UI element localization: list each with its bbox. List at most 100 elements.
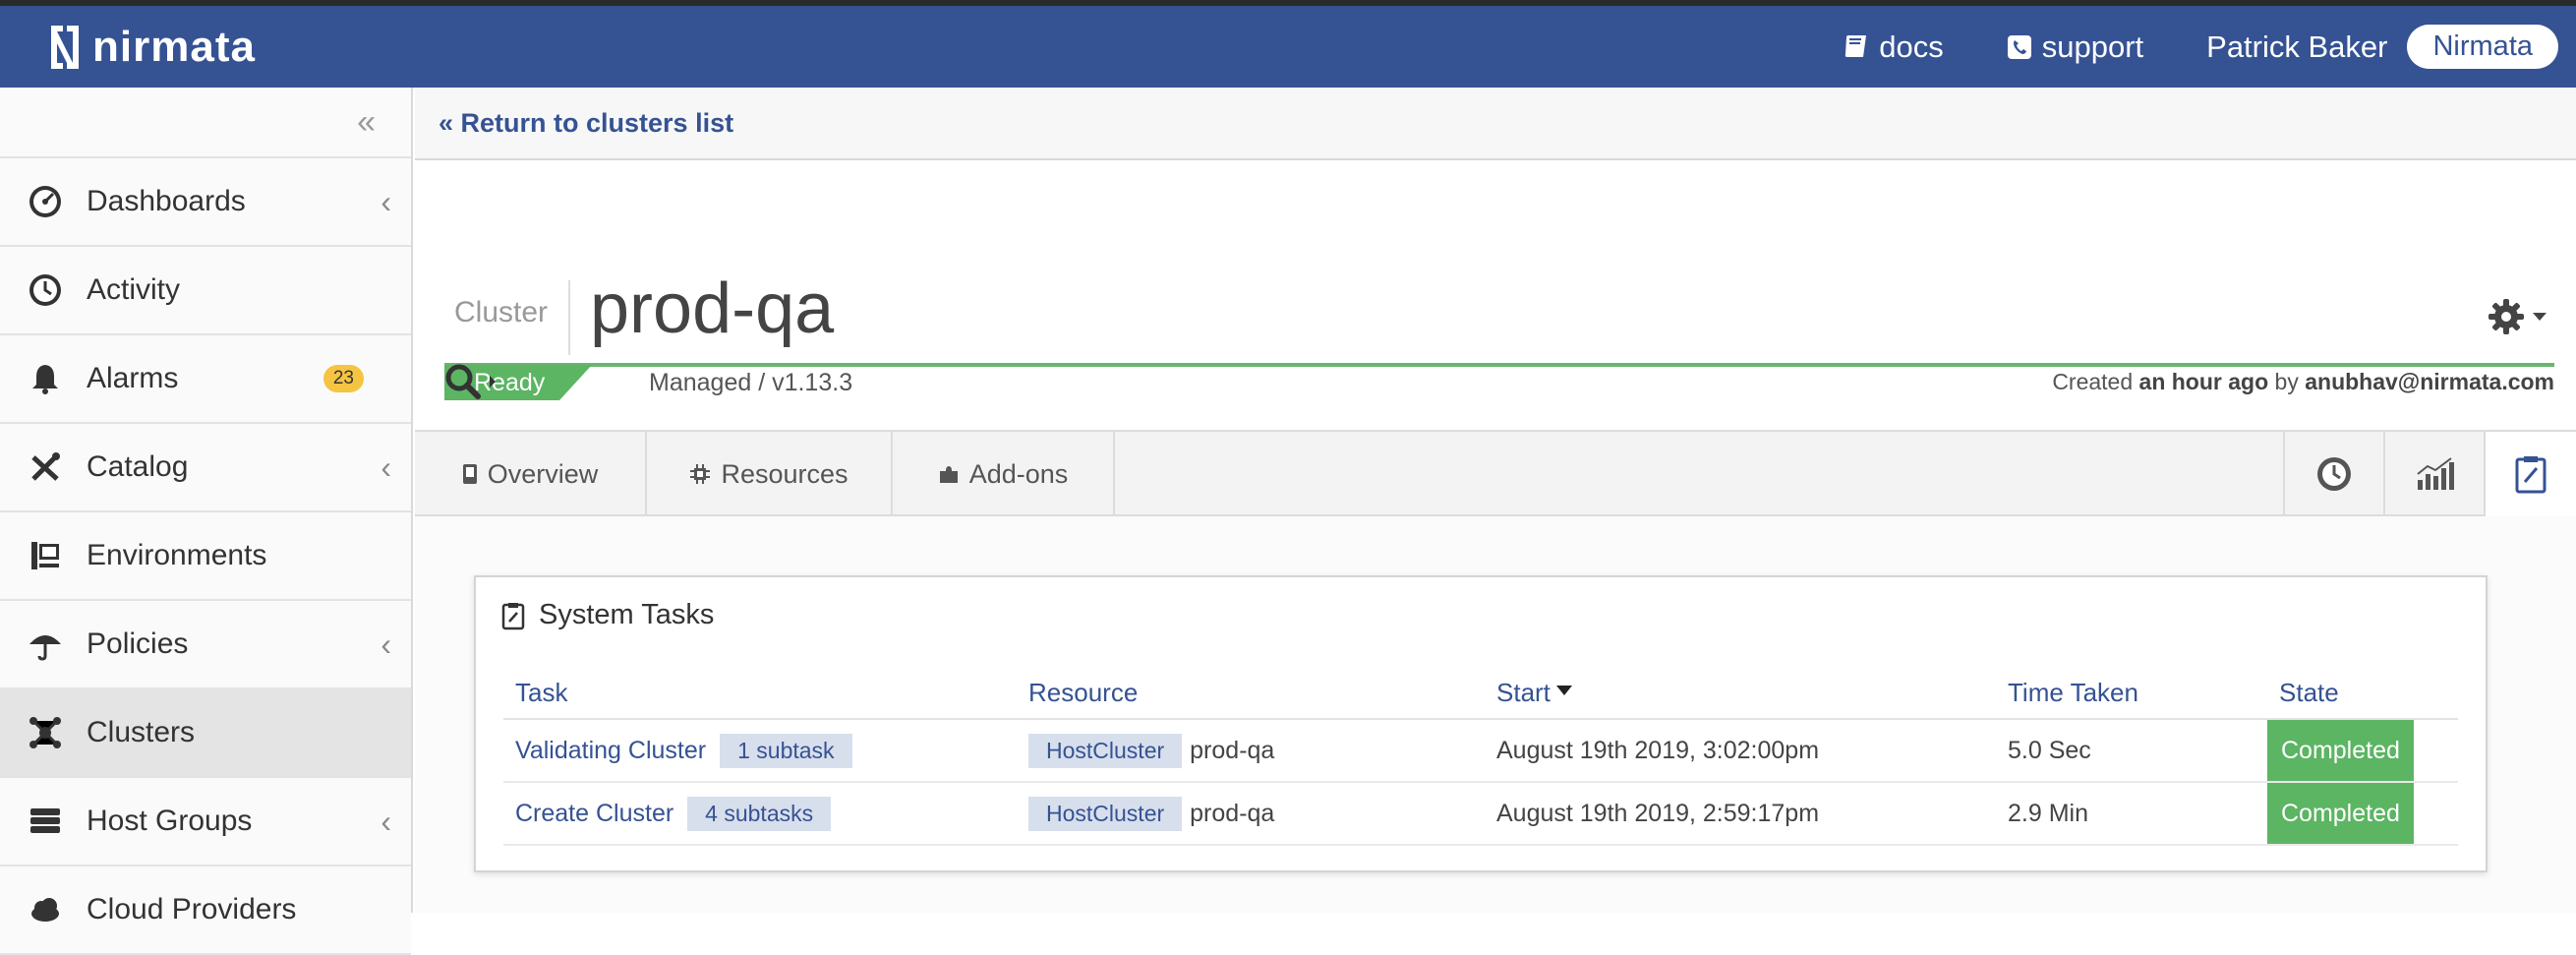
cluster-settings-menu[interactable] <box>2488 298 2547 335</box>
state-cell: Completed <box>2267 719 2458 783</box>
tab-add-ons[interactable]: Add-ons <box>893 432 1115 516</box>
brand-logo[interactable]: nirmata <box>43 20 256 75</box>
col-state[interactable]: State <box>2267 668 2458 720</box>
created-by-word: by <box>2274 369 2299 394</box>
start-cell: August 19th 2019, 3:02:00pm <box>1485 719 1996 783</box>
col-task[interactable]: Task <box>503 668 1017 720</box>
state-badge: Completed <box>2267 783 2414 844</box>
tab-system-tasks[interactable] <box>2484 432 2576 516</box>
search-toggle[interactable] <box>444 363 496 400</box>
created-prefix: Created <box>2052 369 2134 394</box>
panel-title: System Tasks <box>501 599 714 631</box>
resource-name: prod-qa <box>1190 736 1275 764</box>
cluster-nodes-icon <box>24 711 67 754</box>
task-cell: Create Cluster 4 subtasks <box>503 782 1017 846</box>
org-switcher[interactable]: Nirmata <box>2407 25 2558 69</box>
dashboard-gauge-icon <box>24 180 67 223</box>
chip-icon <box>690 464 711 484</box>
created-when: an hour ago <box>2138 369 2269 394</box>
docs-label: docs <box>1879 29 1944 64</box>
resource-type-tag: HostCluster <box>1028 733 1183 768</box>
tab-content: System Tasks Task Resource Start Time Ta… <box>415 516 2576 913</box>
puzzle-icon <box>939 466 958 483</box>
clock-icon <box>24 269 67 312</box>
book-icon <box>1845 34 1867 57</box>
sidebar-item-clusters[interactable]: Clusters <box>0 689 411 778</box>
sidebar-item-host-groups[interactable]: Host Groups ‹ <box>0 778 411 866</box>
bar-chart-icon <box>2417 457 2454 490</box>
sidebar-item-label: Host Groups <box>87 805 253 837</box>
tab-label: Add-ons <box>968 458 1069 489</box>
header-divider <box>568 280 570 355</box>
sort-desc-icon <box>1555 686 1572 696</box>
subtasks-badge[interactable]: 4 subtasks <box>687 796 832 831</box>
created-info: Created an hour ago by anubhav@nirmata.c… <box>2052 369 2554 395</box>
bell-icon <box>24 357 67 400</box>
top-navbar: nirmata docs support Patrick Baker Nirma… <box>0 6 2576 88</box>
col-start[interactable]: Start <box>1485 668 1996 720</box>
double-chevron-left-icon: « <box>357 102 376 141</box>
resource-name: prod-qa <box>1190 799 1275 827</box>
sidebar-item-label: Alarms <box>87 362 179 394</box>
sidebar-item-cloud-providers[interactable]: Cloud Providers <box>0 866 411 955</box>
created-by-user: anubhav@nirmata.com <box>2305 369 2554 394</box>
sidebar-item-policies[interactable]: Policies ‹ <box>0 601 411 689</box>
server-stack-icon <box>24 800 67 843</box>
tab-resources[interactable]: Resources <box>647 432 893 516</box>
chevron-left-icon: ‹ <box>381 803 391 839</box>
support-label: support <box>2041 29 2144 64</box>
history-clock-icon <box>2317 457 2351 491</box>
sidebar-item-activity[interactable]: Activity <box>0 247 411 335</box>
sidebar: « Dashboards ‹ Activity Alarms 23 Catalo… <box>0 88 413 955</box>
col-resource[interactable]: Resource <box>1017 668 1485 720</box>
sidebar-collapse-button[interactable]: « <box>0 88 411 158</box>
sidebar-item-alarms[interactable]: Alarms 23 <box>0 335 411 424</box>
search-icon <box>445 364 481 399</box>
sidebar-item-catalog[interactable]: Catalog ‹ <box>0 424 411 512</box>
docs-link[interactable]: docs <box>1844 29 1944 65</box>
cloud-icon <box>24 888 67 931</box>
alarms-count-badge: 23 <box>322 365 364 392</box>
support-link[interactable]: support <box>2007 30 2143 65</box>
clipboard-task-icon <box>501 602 525 629</box>
sidebar-item-environments[interactable]: Environments <box>0 512 411 601</box>
state-badge: Completed <box>2267 720 2414 781</box>
time-taken-cell: 5.0 Sec <box>1996 719 2267 783</box>
environments-icon <box>24 534 67 577</box>
tab-label: Resources <box>721 458 849 489</box>
nirmata-logo-icon <box>51 26 79 69</box>
resource-type-tag: HostCluster <box>1028 796 1183 831</box>
double-chevron-left-icon: « <box>439 107 461 138</box>
user-name[interactable]: Patrick Baker <box>2206 30 2387 65</box>
sidebar-item-label: Cloud Providers <box>87 893 297 925</box>
panel-title-text: System Tasks <box>539 599 715 630</box>
tab-history[interactable] <box>2283 432 2383 516</box>
return-link-label: Return to clusters list <box>460 107 734 138</box>
caret-down-icon <box>2533 313 2547 321</box>
task-link[interactable]: Validating Cluster <box>515 737 706 764</box>
sidebar-item-dashboards[interactable]: Dashboards ‹ <box>0 158 411 247</box>
main-content: « Return to clusters list Cluster prod-q… <box>415 88 2576 913</box>
sidebar-item-label: Activity <box>87 273 181 306</box>
tab-overview[interactable]: Overview <box>415 432 647 516</box>
cluster-kind-label: Cluster <box>454 296 549 328</box>
cluster-tabs: Overview Resources Add-ons <box>415 430 2576 532</box>
sidebar-item-label: Dashboards <box>87 185 246 217</box>
chevron-left-icon: ‹ <box>381 448 391 485</box>
status-line <box>444 363 2554 367</box>
brand-name: nirmata <box>92 23 256 71</box>
cluster-header: Cluster prod-qa Ready Managed / v1.13.3 … <box>415 160 2576 406</box>
return-bar: « Return to clusters list <box>415 88 2576 160</box>
subtasks-badge[interactable]: 1 subtask <box>720 733 852 768</box>
tab-metrics[interactable] <box>2383 432 2484 516</box>
table-row: Validating Cluster 1 subtask HostCluster p… <box>503 719 2458 783</box>
resource-cell: HostCluster prod-qa <box>1017 719 1485 783</box>
col-time-taken[interactable]: Time Taken <box>1996 668 2267 720</box>
system-tasks-panel: System Tasks Task Resource Start Time Ta… <box>474 575 2488 872</box>
managed-version: Managed / v1.13.3 <box>649 369 853 396</box>
table-row: Create Cluster 4 subtasks HostCluster prod… <box>503 782 2458 846</box>
return-to-clusters-link[interactable]: « Return to clusters list <box>439 108 733 139</box>
task-link[interactable]: Create Cluster <box>515 800 673 827</box>
tools-icon <box>24 446 67 489</box>
time-taken-cell: 2.9 Min <box>1996 782 2267 846</box>
